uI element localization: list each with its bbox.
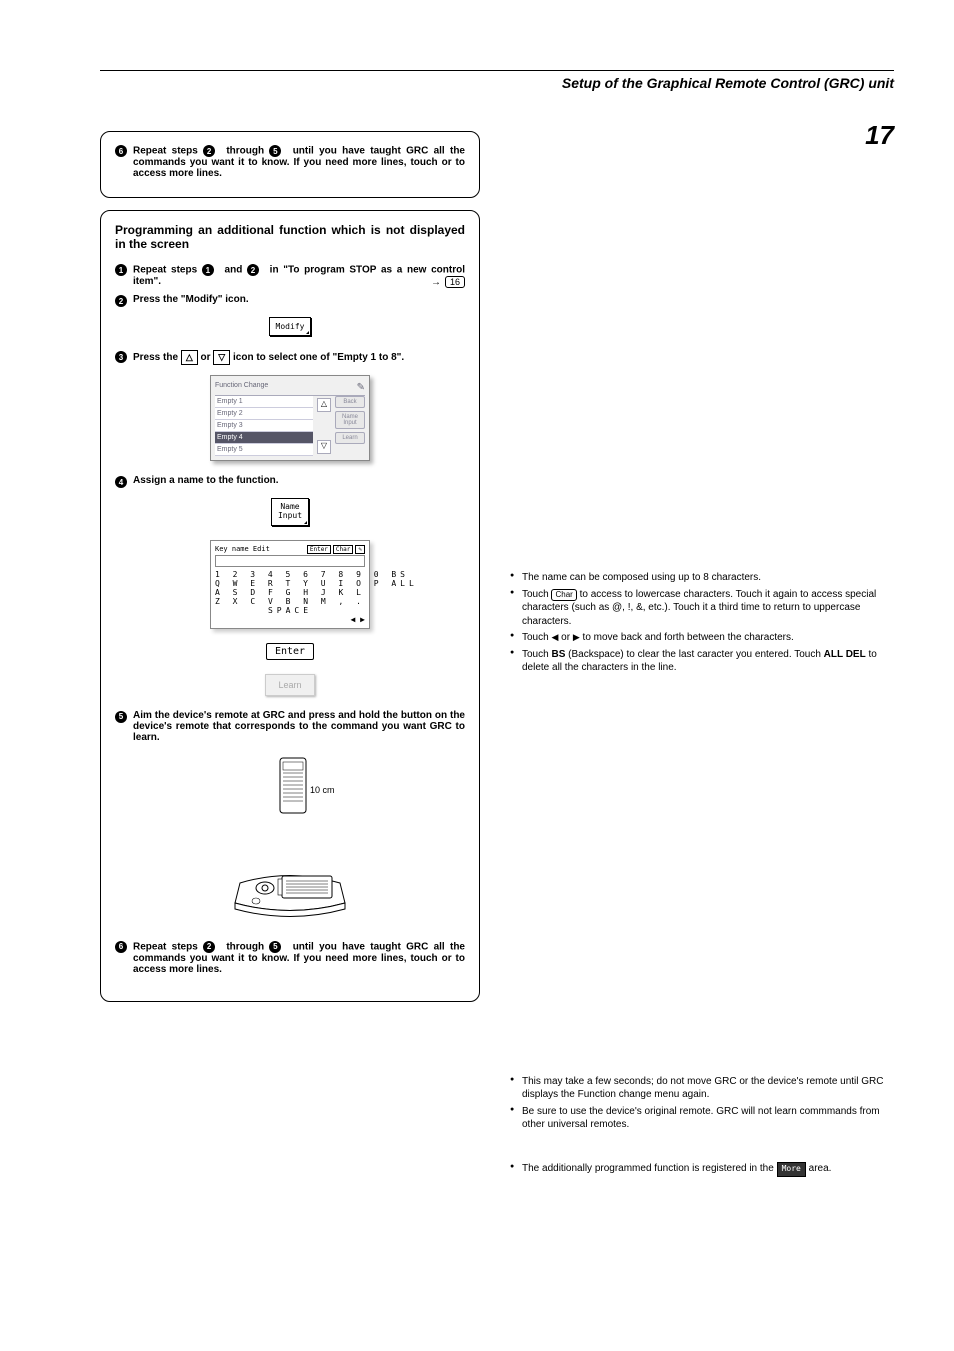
more-button[interactable]: More: [777, 1162, 806, 1177]
scroll-up-icon[interactable]: △: [317, 398, 331, 412]
up-icon[interactable]: △: [181, 350, 198, 365]
list-item[interactable]: Empty 3: [215, 420, 313, 432]
keyboard-input[interactable]: [215, 555, 365, 567]
list-item[interactable]: Empty 1: [215, 396, 313, 408]
step-6b-text: Repeat steps 2 through 5 until you have …: [133, 940, 465, 975]
step-1-text: Repeat steps 1 and 2 in "To program STOP…: [133, 263, 465, 288]
figure-learn: Learn: [115, 674, 465, 696]
kb-pencil-icon: ✎: [355, 545, 365, 554]
page-ref: 16: [445, 276, 465, 288]
page-number: 17: [865, 120, 894, 151]
step-badge-inline-2b: 2: [247, 264, 259, 276]
note-item: Touch Char to access to lowercase charac…: [510, 588, 894, 629]
kb-row[interactable]: A S D F G H J K L: [215, 588, 365, 597]
kb-row[interactable]: 1 2 3 4 5 6 7 8 9 0 BS: [215, 570, 365, 579]
step-badge-2: 2: [115, 295, 127, 307]
figure-keyboard: Key name Edit EnterChar✎ 1 2 3 4 5 6 7 8…: [115, 540, 465, 629]
section-title: Setup of the Graphical Remote Control (G…: [100, 75, 894, 91]
step-badge-inline-5b: 5: [269, 941, 281, 953]
keyboard-panel: Key name Edit EnterChar✎ 1 2 3 4 5 6 7 8…: [210, 540, 370, 629]
kb-row[interactable]: Q W E R T Y U I O P ALL: [215, 579, 365, 588]
distance-label: 10 cm: [310, 785, 335, 795]
name-input-btn[interactable]: Name Input: [271, 498, 309, 526]
bs-label: BS: [551, 649, 565, 660]
step-4-text: Assign a name to the function.: [133, 475, 465, 488]
alldel-label: ALL DEL: [824, 649, 866, 660]
step-badge-6: 6: [115, 145, 127, 157]
step-badge-inline-2: 2: [203, 145, 215, 157]
step-badge-3: 3: [115, 351, 127, 363]
note-item: Touch BS (Backspace) to clear the last c…: [510, 648, 894, 675]
step-badge-6b: 6: [115, 941, 127, 953]
learn-button[interactable]: Learn: [265, 674, 314, 696]
char-button[interactable]: Char: [551, 589, 576, 602]
step-6-text: Repeat steps 2 through 5 until you have …: [133, 144, 465, 179]
modify-button[interactable]: Modify: [269, 317, 312, 336]
step-badge-inline-2c: 2: [203, 941, 215, 953]
figure-function-change: Function Change ✎ Empty 1 Empty 2 Empty 3…: [115, 375, 465, 461]
learn-button-small[interactable]: Learn: [335, 432, 365, 444]
list-item[interactable]: Empty 2: [215, 408, 313, 420]
top-rule: [100, 70, 894, 71]
figure-name-input: Name Input: [115, 498, 465, 526]
figure-modify: Modify: [115, 317, 465, 336]
panel-side: Back Name Input Learn: [335, 396, 365, 456]
page: Setup of the Graphical Remote Control (G…: [0, 0, 954, 1351]
right-arrow-icon[interactable]: ▶: [573, 632, 580, 642]
panel-list: Empty 1 Empty 2 Empty 3 Empty 4 Empty 5: [215, 396, 313, 456]
kb-enter[interactable]: Enter: [307, 545, 331, 554]
step-2-text: Press the "Modify" icon.: [133, 294, 465, 307]
page-ref-wrap: →16: [431, 276, 465, 288]
step-badge-1: 1: [115, 264, 127, 276]
kb-row[interactable]: SPACE: [215, 606, 365, 615]
name-input-button[interactable]: Name Input: [335, 411, 365, 429]
note-item: Be sure to use the device's original rem…: [510, 1105, 894, 1132]
right-column: The name can be composed using up to 8 c…: [510, 131, 894, 1207]
enter-button[interactable]: Enter: [266, 643, 314, 660]
list-item[interactable]: Empty 5: [215, 444, 313, 456]
kb-char[interactable]: Char: [333, 545, 353, 554]
figure-enter: Enter: [115, 643, 465, 660]
notes-block-b: This may take a few seconds; do not move…: [510, 1075, 894, 1177]
scroll-down-icon[interactable]: ▽: [317, 440, 331, 454]
step-badge-inline-5: 5: [269, 145, 281, 157]
instruction-box-repeat-top: 6 Repeat steps 2 through 5 until you hav…: [100, 131, 480, 198]
note-item: The name can be composed using up to 8 c…: [510, 571, 894, 585]
back-button[interactable]: Back: [335, 396, 365, 408]
keyboard-header: Key name Edit: [215, 545, 270, 553]
left-column: 6 Repeat steps 2 through 5 until you hav…: [100, 131, 480, 1207]
figure-remote: 10 cm: [115, 753, 465, 926]
notes-block-a: The name can be composed using up to 8 c…: [510, 571, 894, 675]
step-badge-inline-1: 1: [202, 264, 214, 276]
box-heading: Programming an additional function which…: [115, 223, 465, 251]
note-item: The additionally programmed function is …: [510, 1162, 894, 1177]
remote-diagram: 10 cm: [210, 753, 370, 923]
step-badge-5: 5: [115, 711, 127, 723]
kb-row[interactable]: Z X C V B N M , .: [215, 597, 365, 606]
kb-arrows[interactable]: ◀ ▶: [215, 615, 365, 624]
note-item: Touch ◀ or ▶ to move back and forth betw…: [510, 631, 894, 645]
step-5-text: Aim the device's remote at GRC and press…: [133, 710, 465, 743]
pencil-icon: ✎: [357, 382, 365, 393]
panel-title: Function Change: [215, 382, 268, 393]
note-item: This may take a few seconds; do not move…: [510, 1075, 894, 1102]
function-change-panel: Function Change ✎ Empty 1 Empty 2 Empty 3…: [210, 375, 370, 461]
list-item[interactable]: Empty 4: [215, 432, 313, 444]
step-3-text: Press the △ or ▽ icon to select one of "…: [133, 350, 465, 365]
instruction-box-programming: Programming an additional function which…: [100, 210, 480, 1002]
step-badge-4: 4: [115, 476, 127, 488]
down-icon[interactable]: ▽: [213, 350, 230, 365]
panel-scroll: △ ▽: [317, 396, 331, 456]
